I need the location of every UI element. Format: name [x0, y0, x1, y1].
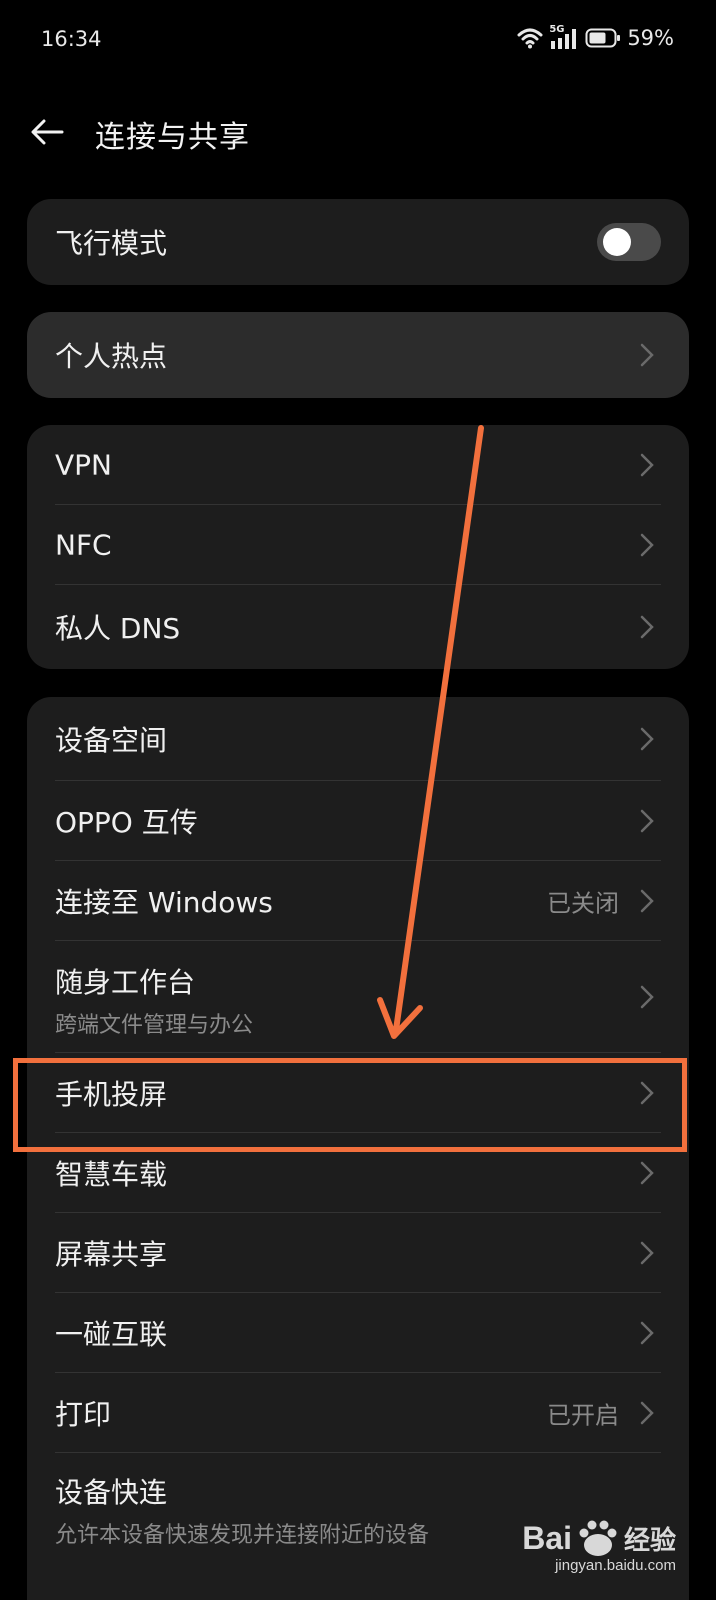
status-time: 16:34	[41, 27, 102, 51]
connect-windows-status: 已关闭	[547, 889, 619, 918]
oppo-transfer-label: OPPO 互传	[55, 806, 198, 839]
status-icons: 5G 59%	[517, 24, 674, 50]
chevron-right-icon	[640, 809, 654, 833]
watermark-brand-suffix: 经验	[623, 1524, 676, 1555]
portable-workbench-label: 随身工作台	[55, 966, 196, 999]
battery-icon	[585, 28, 621, 48]
chevron-right-icon	[640, 343, 654, 367]
quick-connect-label: 设备快连	[55, 1476, 168, 1509]
network-card: VPN NFC 私人 DNS	[27, 425, 689, 669]
quick-connect-subtitle: 允许本设备快速发现并连接附近的设备	[55, 1523, 430, 1548]
portable-workbench-row[interactable]: 随身工作台 跨端文件管理与办公	[27, 941, 689, 1053]
chevron-right-icon	[640, 1161, 654, 1185]
page-title: 连接与共享	[95, 120, 250, 155]
toggle-knob	[603, 228, 631, 256]
paw-icon	[579, 1520, 617, 1556]
connect-windows-row[interactable]: 连接至 Windows 已关闭	[27, 861, 689, 941]
chevron-right-icon	[640, 1241, 654, 1265]
chevron-right-icon	[640, 1321, 654, 1345]
print-status: 已开启	[547, 1401, 619, 1430]
chevron-right-icon	[640, 615, 654, 639]
baidu-watermark: Bai 经验 jingyan.baidu.com	[522, 1519, 676, 1575]
hotspot-card: 个人热点	[27, 312, 689, 398]
private-dns-label: 私人 DNS	[55, 612, 181, 645]
page-header: 连接与共享	[0, 100, 716, 164]
nfc-row[interactable]: NFC	[27, 505, 689, 585]
chevron-right-icon	[640, 1401, 654, 1425]
oppo-transfer-row[interactable]: OPPO 互传	[27, 781, 689, 861]
vpn-label: VPN	[55, 448, 112, 482]
tap-connect-row[interactable]: 一碰互联	[27, 1293, 689, 1373]
status-bar: 16:34 5G 59%	[0, 0, 716, 84]
hotspot-label: 个人热点	[55, 340, 168, 373]
battery-percent: 59%	[627, 26, 674, 50]
airplane-card: 飞行模式	[27, 199, 689, 285]
connect-windows-label: 连接至 Windows	[55, 886, 273, 919]
chevron-right-icon	[640, 727, 654, 751]
annotation-highlight-box	[13, 1058, 687, 1152]
device-space-label: 设备空间	[55, 724, 168, 757]
watermark-brand: Bai	[522, 1519, 572, 1556]
chevron-right-icon	[640, 533, 654, 557]
chevron-right-icon	[640, 453, 654, 477]
arrow-left-icon[interactable]	[28, 112, 68, 152]
screen-share-label: 屏幕共享	[55, 1238, 168, 1271]
vpn-row[interactable]: VPN	[27, 425, 689, 505]
hotspot-row[interactable]: 个人热点	[27, 312, 689, 398]
chevron-right-icon	[640, 889, 654, 913]
smart-car-label: 智慧车载	[55, 1158, 168, 1191]
print-row[interactable]: 打印 已开启	[27, 1373, 689, 1453]
nfc-label: NFC	[55, 528, 112, 562]
portable-workbench-subtitle: 跨端文件管理与办公	[55, 1013, 254, 1038]
airplane-mode-toggle[interactable]	[597, 223, 661, 261]
airplane-mode-label: 飞行模式	[55, 227, 168, 260]
device-space-row[interactable]: 设备空间	[27, 697, 689, 781]
airplane-mode-row[interactable]: 飞行模式	[27, 199, 689, 285]
tap-connect-label: 一碰互联	[55, 1318, 168, 1351]
watermark-url: jingyan.baidu.com	[555, 1557, 676, 1574]
watermark-logo: Bai 经验	[522, 1519, 676, 1557]
private-dns-row[interactable]: 私人 DNS	[27, 585, 689, 669]
print-label: 打印	[55, 1398, 112, 1431]
chevron-right-icon	[640, 985, 654, 1009]
signal-icon: 5G	[549, 24, 579, 50]
screen-share-row[interactable]: 屏幕共享	[27, 1213, 689, 1293]
wifi-icon	[517, 28, 543, 49]
